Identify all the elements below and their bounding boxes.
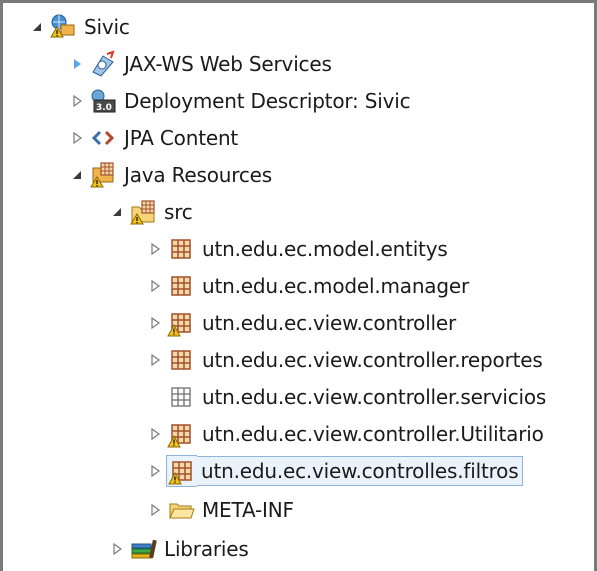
meta-inf-label: META-INF <box>202 498 294 522</box>
tree-item-jaxws[interactable]: JAX-WS Web Services <box>66 48 332 80</box>
package-label: utn.edu.ec.view.controller.servicios <box>202 385 547 409</box>
package-label: utn.edu.ec.model.manager <box>202 274 469 298</box>
package-label: utn.edu.ec.model.entitys <box>202 237 448 261</box>
tree-item-package[interactable]: utn.edu.ec.view.controller.Utilitario <box>144 418 544 450</box>
empty-package-icon <box>166 382 196 412</box>
tree-item-package[interactable]: utn.edu.ec.view.controller.reportes <box>144 344 543 376</box>
package-label: utn.edu.ec.view.controller.reportes <box>202 348 543 372</box>
collapsed-triangle-icon[interactable] <box>144 270 166 302</box>
tree-item-src[interactable]: src <box>106 196 193 228</box>
no-children-spacer <box>144 381 166 413</box>
package-warning-icon <box>166 455 197 487</box>
web-services-icon <box>88 49 118 79</box>
collapsed-triangle-icon[interactable] <box>144 494 166 526</box>
collapsed-triangle-icon[interactable] <box>144 418 166 450</box>
svg-text:3.0: 3.0 <box>96 103 112 113</box>
src-label: src <box>164 200 193 224</box>
java-resources-icon <box>88 160 118 190</box>
collapsed-triangle-icon[interactable] <box>144 307 166 339</box>
tree-item-package[interactable]: utn.edu.ec.view.controller <box>144 307 456 339</box>
collapsed-triangle-icon[interactable] <box>144 455 166 487</box>
package-icon <box>166 271 196 301</box>
expanded-triangle-icon[interactable] <box>66 159 88 191</box>
package-label: utn.edu.ec.view.controller <box>202 311 457 335</box>
package-warning-icon <box>166 308 196 338</box>
collapsed-triangle-icon[interactable] <box>66 48 88 80</box>
package-icon <box>166 234 196 264</box>
deployment-descriptor-icon: 3.0 <box>88 86 118 116</box>
tree-item-meta-inf[interactable]: META-INF <box>144 494 294 526</box>
collapsed-triangle-icon[interactable] <box>66 122 88 154</box>
source-folder-icon <box>128 197 158 227</box>
expanded-triangle-icon[interactable] <box>106 196 128 228</box>
folder-icon <box>166 495 196 525</box>
tree-item-libraries[interactable]: Libraries <box>106 533 249 565</box>
package-warning-icon <box>166 419 196 449</box>
tree-item-project[interactable]: Sivic <box>26 11 130 43</box>
package-label: utn.edu.ec.view.controller.Utilitario <box>202 422 544 446</box>
jpa-label: JPA Content <box>124 126 239 150</box>
jpa-icon <box>88 123 118 153</box>
tree-item-java-resources[interactable]: Java Resources <box>66 159 272 191</box>
project-label: Sivic <box>84 15 130 39</box>
package-label: utn.edu.ec.view.controlles.filtros <box>197 456 524 486</box>
tree-item-package[interactable]: utn.edu.ec.model.entitys <box>144 233 448 265</box>
project-tree: Sivic JAX-WS Web Services 3.0 Deployment… <box>0 0 597 571</box>
java-resources-label: Java Resources <box>124 163 272 187</box>
web-project-icon <box>48 12 78 42</box>
libraries-label: Libraries <box>164 537 249 561</box>
expanded-triangle-icon[interactable] <box>26 11 48 43</box>
collapsed-triangle-icon[interactable] <box>106 533 128 565</box>
libraries-icon <box>128 534 158 564</box>
collapsed-triangle-icon[interactable] <box>144 344 166 376</box>
package-icon <box>166 345 196 375</box>
tree-item-package[interactable]: utn.edu.ec.model.manager <box>144 270 469 302</box>
collapsed-triangle-icon[interactable] <box>144 233 166 265</box>
tree-item-deployment-descriptor[interactable]: 3.0 Deployment Descriptor: Sivic <box>66 85 411 117</box>
jaxws-label: JAX-WS Web Services <box>124 52 332 76</box>
deployment-descriptor-label: Deployment Descriptor: Sivic <box>124 89 411 113</box>
collapsed-triangle-icon[interactable] <box>66 85 88 117</box>
tree-item-jpa-content[interactable]: JPA Content <box>66 122 238 154</box>
tree-item-package-selected[interactable]: utn.edu.ec.view.controlles.filtros <box>144 455 524 487</box>
tree-item-package-empty[interactable]: utn.edu.ec.view.controller.servicios <box>144 381 546 413</box>
